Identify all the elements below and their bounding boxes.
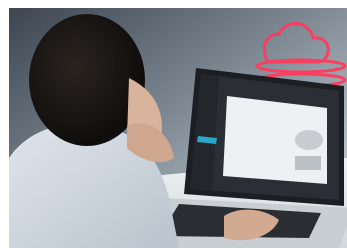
photo-person-at-laptop: [9, 8, 347, 248]
photo-scene: [9, 8, 347, 248]
photo-credit: © EPLAN: [0, 177, 12, 236]
photo-frame: © EPLAN: [0, 0, 347, 248]
preview-image: [295, 130, 323, 150]
preview-thumb: [295, 156, 321, 170]
